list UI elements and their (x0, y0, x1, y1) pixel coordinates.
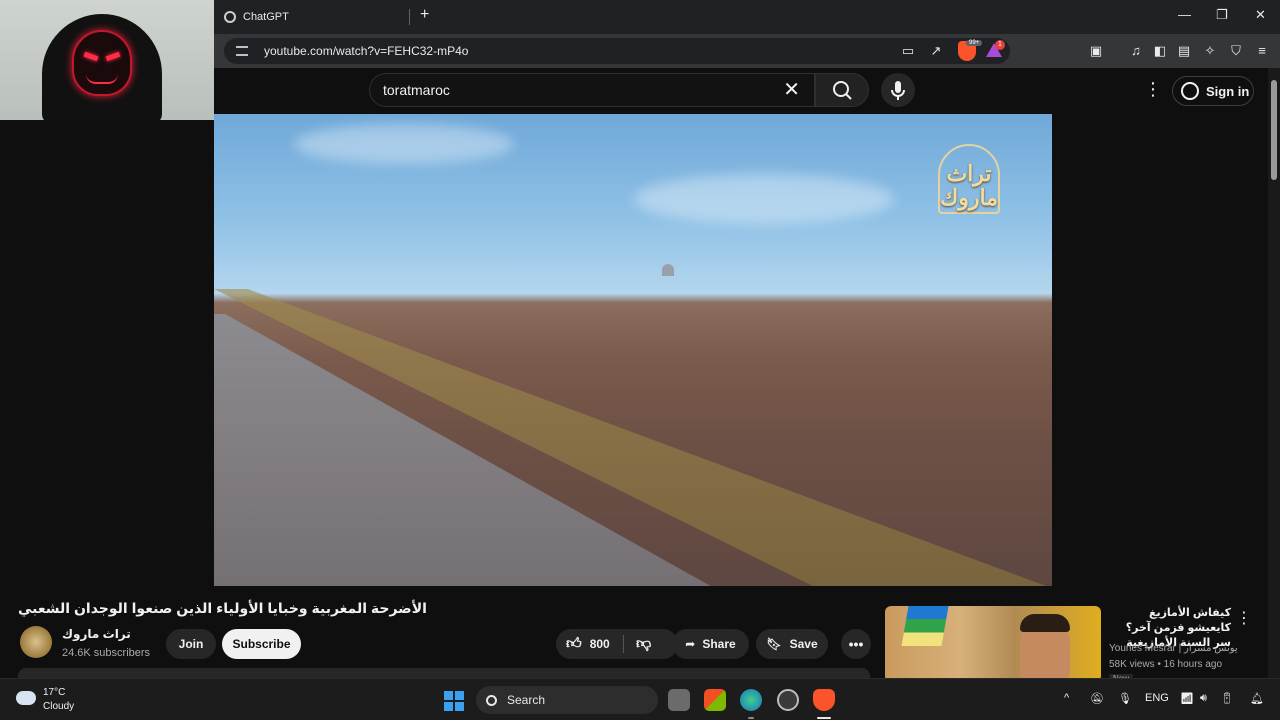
save-label: Save (789, 637, 818, 651)
channel-name[interactable]: تراث ماروك (62, 627, 131, 641)
wifi-icon[interactable]: 📶︎ (1180, 692, 1194, 705)
presenter-hair (1020, 614, 1070, 632)
like-dislike-bar: 👍︎ 800 👎︎ (556, 629, 678, 659)
left-blank (0, 120, 214, 678)
subscriber-count: 24.6K subscribers (62, 647, 151, 659)
recommended-thumbnail[interactable] (885, 606, 1101, 682)
running-indicator (748, 717, 754, 719)
search-button[interactable] (815, 73, 869, 107)
menu-icon[interactable]: ≡ (1254, 43, 1270, 59)
weather-description[interactable]: Cloudy (43, 701, 74, 712)
distant-shrine (662, 264, 674, 276)
settings-menu-icon[interactable]: ⋮ (1144, 80, 1162, 98)
tab-title: ChatGPT (243, 11, 289, 23)
bookmark-icon: 🔖︎ (766, 637, 782, 651)
language-indicator[interactable]: ENG (1145, 692, 1169, 704)
leo-ai-icon[interactable]: ✧ (1202, 43, 1218, 59)
page-scrollbar[interactable] (1268, 68, 1280, 678)
like-separator (623, 635, 624, 653)
browser-toolbar: youtube.com/watch?v=FEHC32-mP4o ▭ ↗ 99+ … (214, 34, 1280, 68)
close-window-button[interactable]: ✕ (1255, 7, 1266, 23)
recommended-meta: 58K views • 16 hours ago (1109, 659, 1223, 670)
cast-icon[interactable]: ▭ (900, 43, 916, 59)
dirt-road (214, 314, 814, 586)
search-icon (833, 81, 852, 100)
cloud (294, 124, 514, 164)
url-text: youtube.com/watch?v=FEHC32-mP4o (264, 44, 469, 58)
like-count[interactable]: 800 (590, 637, 610, 651)
cloud (634, 174, 894, 224)
description-box[interactable] (18, 668, 870, 678)
site-info-icon[interactable] (236, 46, 248, 56)
webcam-overlay (0, 0, 214, 120)
more-actions-button[interactable]: ••• (841, 629, 871, 659)
edge-icon[interactable] (740, 689, 762, 711)
tab-chatgpt[interactable]: ChatGPT (218, 4, 418, 30)
task-view-icon[interactable] (668, 689, 690, 711)
taskbar-search-label: Search (507, 693, 546, 707)
chatgpt-icon (224, 11, 236, 23)
video-title: الأضرحة المغربية وخبايا الأولياء الذين ص… (18, 600, 427, 616)
mic-tray-icon[interactable]: 🎙︎ (1118, 692, 1132, 705)
notifications-off-icon[interactable]: 🔕︎ (1090, 692, 1104, 705)
cloud-icon[interactable] (16, 691, 36, 705)
sign-in-button[interactable]: Sign in (1172, 76, 1254, 106)
scrollbar-thumb[interactable] (1271, 80, 1277, 180)
led-mask (72, 30, 132, 96)
brave-icon[interactable] (813, 689, 835, 711)
tab-separator (409, 9, 410, 25)
search-icon (486, 694, 497, 706)
start-button[interactable] (444, 691, 464, 711)
weather-temperature[interactable]: 17°C (43, 687, 65, 698)
music-icon[interactable]: ♫ (1128, 43, 1144, 59)
restore-button[interactable]: ❐ (1216, 7, 1228, 23)
chrome-icon[interactable] (777, 689, 799, 711)
store-icon[interactable] (704, 689, 726, 711)
mic-icon (891, 81, 905, 100)
youtube-page: toratmaroc ✕ ⋮ Sign in تراث ماروك الأضرح… (18, 68, 1280, 682)
taskbar-search[interactable]: Search (476, 686, 658, 714)
account-icon (1181, 82, 1199, 100)
video-player[interactable]: تراث ماروك (214, 114, 1052, 586)
new-tab-button[interactable]: + (420, 6, 429, 24)
sign-in-label: Sign in (1206, 83, 1250, 99)
browser-tab-bar: ChatGPT + — ❐ ✕ (214, 0, 1280, 34)
sidebar-icon[interactable]: ◧ (1152, 43, 1168, 59)
channel-watermark-logo: تراث ماروك (929, 144, 1009, 239)
share-page-icon[interactable]: ↗ (928, 43, 944, 59)
shield-count: 99+ (966, 40, 983, 46)
minimize-button[interactable]: — (1178, 7, 1191, 22)
share-label: Share (702, 637, 736, 651)
share-icon: ➦ (685, 637, 696, 651)
amazigh-flag (901, 606, 949, 646)
clear-search-icon[interactable]: ✕ (783, 80, 800, 100)
join-button[interactable]: Join (166, 629, 216, 659)
channel-avatar[interactable] (20, 626, 52, 658)
windows-taskbar: 17°C Cloudy Search ^ 🔕︎ 🎙︎ ENG 📶︎ 🔊︎ 🔋︎ … (0, 678, 1280, 720)
share-button[interactable]: ➦ Share (672, 629, 749, 659)
reader-icon[interactable]: ▣ (1088, 43, 1104, 59)
voice-search-button[interactable] (881, 73, 915, 107)
rewards-count: 1 (995, 40, 1005, 50)
subscribe-button[interactable]: Subscribe (222, 629, 301, 659)
active-indicator (817, 717, 831, 719)
dislike-icon[interactable]: 👎︎ (636, 635, 651, 653)
wallet-icon[interactable]: ▤ (1176, 43, 1192, 59)
watermark-text: تراث ماروك (940, 161, 998, 211)
mask-smile (86, 74, 118, 84)
notification-bell-icon[interactable]: 🔔︎ (1250, 692, 1264, 705)
search-query: toratmaroc (383, 82, 450, 98)
battery-icon[interactable]: 🔋︎ (1220, 692, 1234, 705)
address-bar[interactable]: youtube.com/watch?v=FEHC32-mP4o (224, 38, 1010, 64)
recommended-channel[interactable]: Younes Mesrar | يونس مسرار (1109, 643, 1238, 654)
save-button[interactable]: 🔖︎ Save (756, 629, 828, 659)
vpn-icon[interactable]: ⛉ (1228, 43, 1244, 59)
like-icon[interactable]: 👍︎ (566, 635, 582, 653)
volume-icon[interactable]: 🔊︎ (1200, 692, 1207, 705)
search-input[interactable]: toratmaroc ✕ (369, 73, 815, 107)
recommended-menu-icon[interactable]: ⋮ (1236, 608, 1252, 628)
hidden-icons-chevron[interactable]: ^ (1064, 692, 1069, 704)
